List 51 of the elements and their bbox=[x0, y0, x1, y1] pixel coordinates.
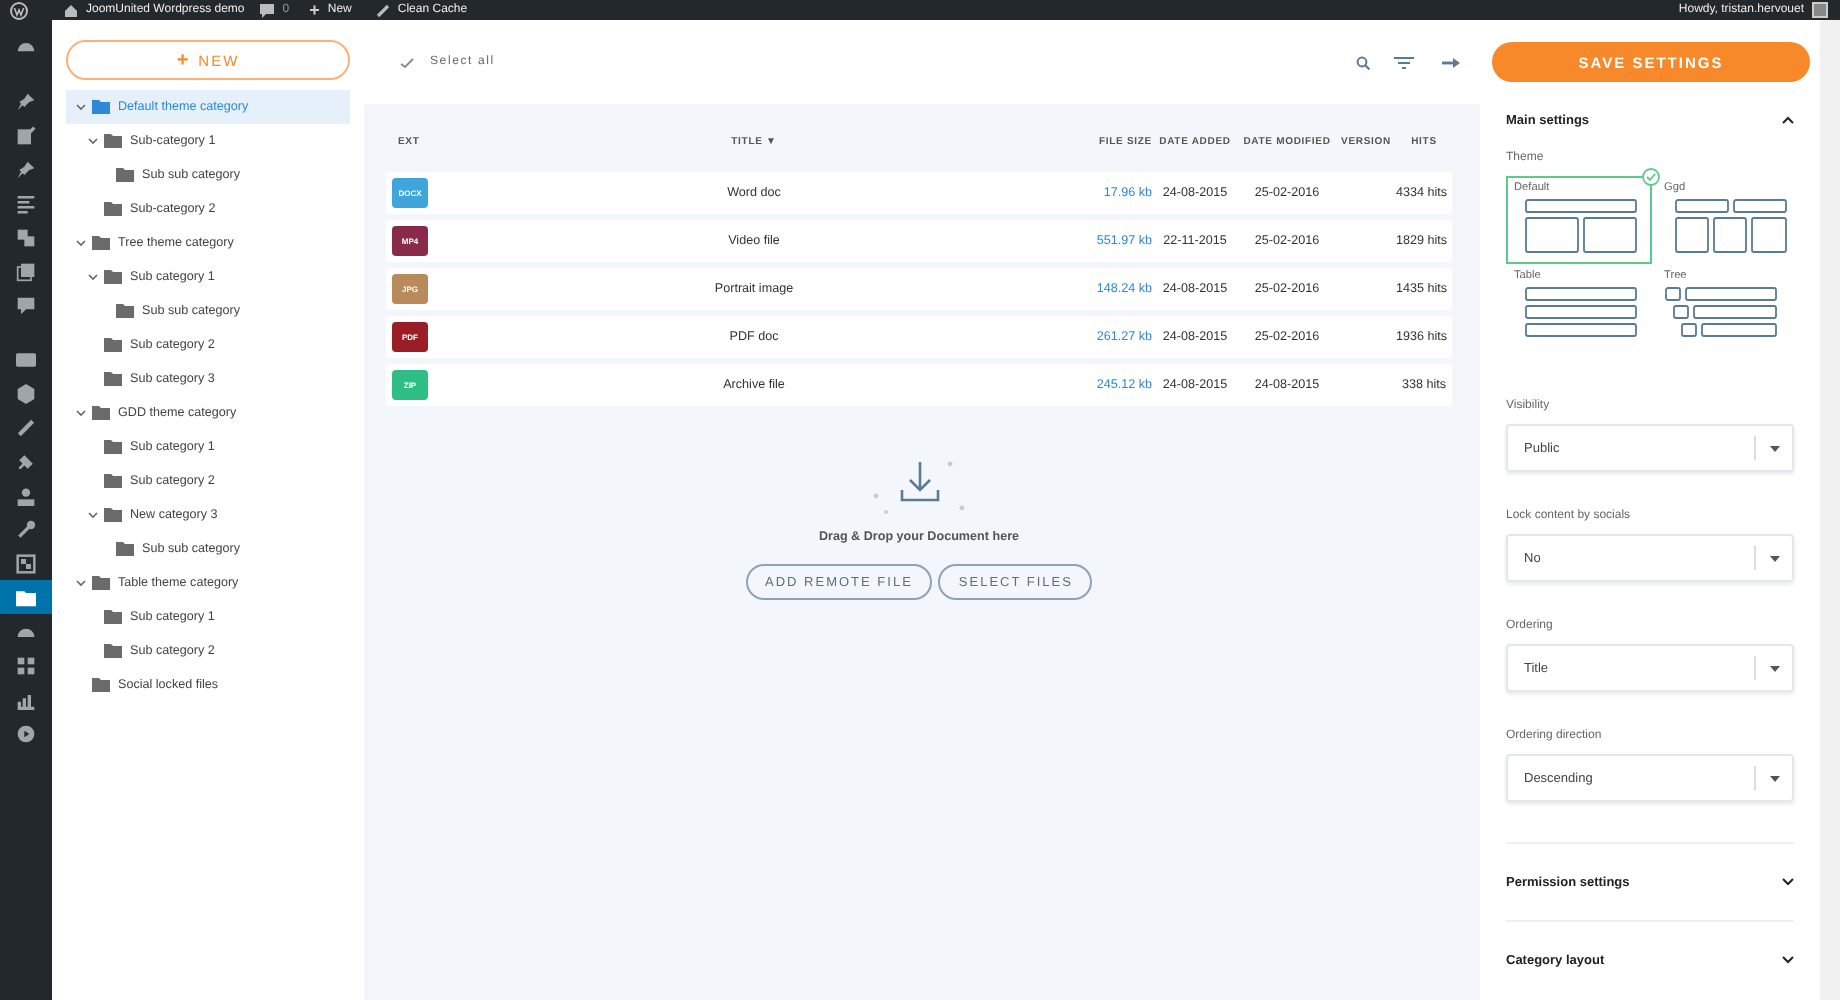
wordpress-logo-icon bbox=[10, 1, 28, 19]
comment-icon bbox=[260, 3, 275, 17]
cube-icon bbox=[16, 383, 36, 403]
dropdown-caret-icon bbox=[1770, 665, 1780, 671]
chevron-up-icon[interactable] bbox=[1782, 116, 1794, 124]
grid-icon bbox=[16, 655, 36, 675]
list-icon bbox=[16, 193, 36, 213]
upload-icon bbox=[869, 456, 969, 516]
folder-icon bbox=[116, 168, 134, 182]
dropdown-caret-icon bbox=[1770, 775, 1780, 781]
folder-icon bbox=[92, 678, 110, 692]
folder-icon bbox=[92, 576, 110, 590]
dropdown-caret-icon bbox=[1770, 445, 1780, 451]
media-icon bbox=[16, 227, 36, 247]
folder-icon bbox=[104, 508, 122, 522]
comment-icon bbox=[16, 295, 36, 315]
folder-icon bbox=[104, 440, 122, 454]
folder-icon bbox=[116, 304, 134, 318]
wrench-icon bbox=[16, 519, 36, 539]
check-icon bbox=[400, 57, 414, 67]
folder-icon bbox=[104, 474, 122, 488]
folder-icon bbox=[104, 202, 122, 216]
play-icon bbox=[16, 723, 36, 743]
chevron-down-icon[interactable] bbox=[1782, 956, 1794, 964]
chart-icon bbox=[16, 689, 36, 709]
folder-icon bbox=[104, 270, 122, 284]
pages-icon bbox=[16, 261, 36, 281]
filter-icon[interactable] bbox=[1394, 55, 1414, 69]
pin-icon bbox=[16, 91, 36, 111]
user-icon bbox=[16, 485, 36, 505]
pin-icon bbox=[16, 159, 36, 179]
check-circle-icon bbox=[1642, 168, 1660, 186]
menu-item[interactable] bbox=[0, 580, 52, 614]
new-plus-icon: + bbox=[309, 0, 320, 20]
card-icon bbox=[16, 349, 36, 369]
folder-icon bbox=[104, 610, 122, 624]
window-icon bbox=[16, 553, 36, 573]
chevron-down-icon[interactable] bbox=[1782, 878, 1794, 886]
folder-icon bbox=[92, 406, 110, 420]
search-icon[interactable] bbox=[1356, 55, 1370, 69]
folder-icon bbox=[92, 236, 110, 250]
folder-icon bbox=[104, 644, 122, 658]
folder-icon bbox=[104, 372, 122, 386]
folder-icon bbox=[16, 587, 36, 607]
folder-icon bbox=[92, 100, 110, 114]
folder-icon bbox=[116, 542, 134, 556]
gauge-icon bbox=[16, 37, 36, 57]
dropdown-caret-icon bbox=[1770, 555, 1780, 561]
arrow-right-icon[interactable] bbox=[1442, 57, 1460, 67]
folder-icon bbox=[104, 338, 122, 352]
folder-icon bbox=[104, 134, 122, 148]
